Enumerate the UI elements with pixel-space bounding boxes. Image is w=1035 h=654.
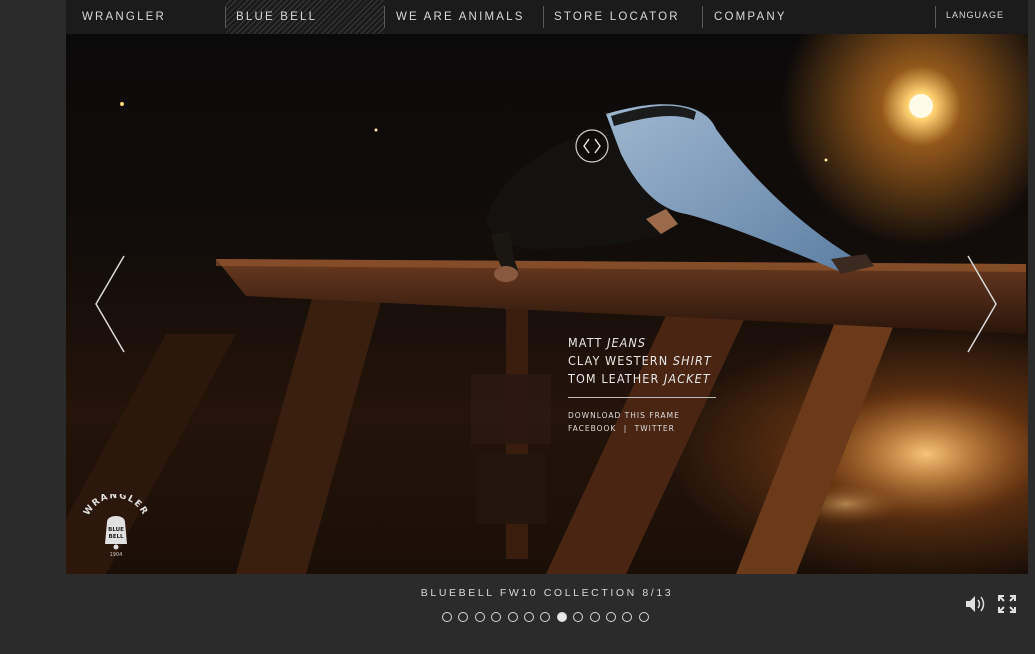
- nav-divider: [935, 6, 936, 28]
- svg-text:WRANGLER: WRANGLER: [82, 494, 150, 518]
- svg-text:1904: 1904: [110, 552, 123, 558]
- wrangler-bluebell-logo[interactable]: WRANGLER BLUE BELL 1904: [80, 494, 152, 562]
- nav-item-company[interactable]: COMPANY: [704, 0, 854, 34]
- nav-item-we-are-animals[interactable]: WE ARE ANIMALS: [386, 0, 541, 34]
- link-separator: |: [623, 424, 628, 433]
- language-selector[interactable]: LANGUAGE: [946, 0, 1004, 34]
- pager-dot[interactable]: [622, 612, 633, 622]
- outfit-caption: MATT JEANS CLAY WESTERN SHIRT TOM LEATHE…: [568, 334, 728, 435]
- pager-dot[interactable]: [556, 612, 567, 622]
- prev-next-circle-icon[interactable]: [575, 129, 609, 163]
- facebook-link[interactable]: FACEBOOK: [568, 424, 616, 433]
- pager-dot[interactable]: [606, 612, 616, 622]
- caption-line: CLAY WESTERN SHIRT: [568, 352, 712, 370]
- pager-dot[interactable]: [524, 612, 534, 622]
- pager-dot[interactable]: [589, 612, 600, 622]
- caption-model-name: TOM LEATHER: [568, 371, 660, 386]
- download-frame-link[interactable]: DOWNLOAD THIS FRAME: [568, 411, 680, 420]
- bottom-bar: BLUEBELL FW10 COLLECTION 8/13: [66, 574, 1028, 654]
- chevron-left-icon[interactable]: [94, 254, 126, 354]
- pager-dot[interactable]: [458, 612, 469, 622]
- left-rail: [0, 0, 66, 654]
- campaign-photo: [66, 94, 1028, 574]
- pager-dot[interactable]: [491, 612, 502, 622]
- nav-item-wrangler[interactable]: WRANGLER: [72, 0, 222, 34]
- nav-item-blue-bell[interactable]: BLUE BELL: [226, 0, 384, 34]
- fullscreen-icon[interactable]: [998, 595, 1016, 613]
- right-rail: [1028, 0, 1035, 654]
- twitter-link[interactable]: TWITTER: [635, 424, 675, 433]
- caption-model-name: MATT: [568, 335, 603, 350]
- pager-dot[interactable]: [507, 612, 518, 622]
- photo-stage: MATT JEANS CLAY WESTERN SHIRT TOM LEATHE…: [66, 34, 1028, 574]
- pager-dot[interactable]: [573, 612, 584, 622]
- svg-text:BELL: BELL: [109, 534, 124, 540]
- caption-item: JEANS: [607, 335, 647, 350]
- pager-dot[interactable]: [540, 612, 551, 622]
- caption-line: TOM LEATHER JACKET: [568, 370, 712, 388]
- svg-text:BLUE: BLUE: [108, 527, 124, 533]
- pager-dot[interactable]: [474, 612, 485, 622]
- caption-item: JACKET: [664, 371, 711, 386]
- top-navigation: WRANGLER BLUE BELL WE ARE ANIMALS STORE …: [66, 0, 1028, 34]
- nav-divider: [702, 6, 703, 28]
- caption-item: SHIRT: [672, 353, 712, 368]
- chevron-right-icon[interactable]: [966, 254, 998, 354]
- caption-divider: [568, 397, 716, 398]
- caption-model-name: CLAY WESTERN: [568, 353, 669, 368]
- speaker-icon[interactable]: [964, 594, 988, 614]
- nav-item-store-locator[interactable]: STORE LOCATOR: [544, 0, 700, 34]
- caption-line: MATT JEANS: [568, 334, 712, 352]
- pager-dot[interactable]: [442, 612, 452, 622]
- pager-dot[interactable]: [638, 612, 649, 622]
- collection-counter: BLUEBELL FW10 COLLECTION 8/13: [420, 587, 674, 599]
- nav-divider: [384, 6, 385, 28]
